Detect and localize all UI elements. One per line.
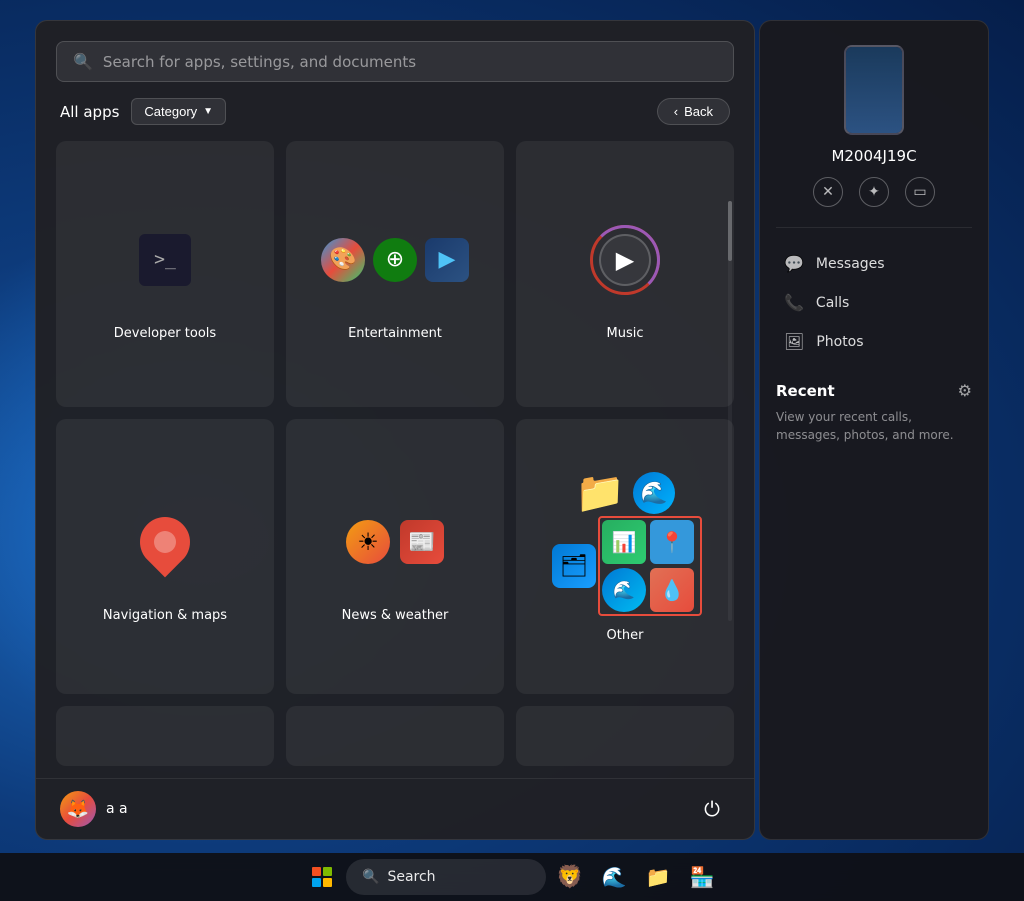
partial-tile-2 <box>286 706 504 766</box>
recent-description: View your recent calls, messages, photos… <box>776 408 972 444</box>
apps-header: All apps Category ▼ ‹ Back <box>36 98 754 141</box>
category-tile-news[interactable]: ☀ 📰 News & weather <box>286 419 504 694</box>
windows-logo-icon <box>312 867 332 887</box>
paint-icon: 🎨 <box>321 238 365 282</box>
category-label-music: Music <box>607 326 644 341</box>
navigation-icons <box>135 492 195 592</box>
phone-menu-photos[interactable]: 🖼 Photos <box>776 322 972 361</box>
category-label-news: News & weather <box>342 608 449 623</box>
taskbar-search-text: Search <box>387 869 435 885</box>
category-button[interactable]: Category ▼ <box>131 98 226 125</box>
user-name: a a <box>106 801 128 817</box>
recent-settings-icon[interactable]: ⚙ <box>958 381 972 400</box>
messages-icon: 💬 <box>784 254 804 273</box>
search-icon: 🔍 <box>73 52 93 71</box>
windows-start-button[interactable] <box>302 857 342 897</box>
recent-header: Recent ⚙ <box>776 381 972 400</box>
taskbar-center: 🔍 Search 🦁 🌊 📁 🏪 <box>302 857 722 897</box>
phone-device-name: M2004J19C <box>831 147 916 165</box>
xbox-icon: ⊕ <box>373 238 417 282</box>
win-logo-green <box>323 867 332 876</box>
phone-panel: M2004J19C ✕ ✦ ▭ 💬 Messages 📞 Calls 🖼 Pho… <box>759 20 989 840</box>
other-icons: 📁 🌊 🗂 📊 📍 🌊 💧 <box>552 472 698 612</box>
phone-bluetooth-icon[interactable]: ✦ <box>859 177 889 207</box>
photos-icon: 🖼 <box>784 332 804 351</box>
taskbar-edge-icon[interactable]: 🌊 <box>594 857 634 897</box>
apps-scroll-area: >_ Developer tools 🎨 ⊕ ▶ <box>36 141 754 778</box>
win-logo-yellow <box>323 878 332 887</box>
news-icons: ☀ 📰 <box>346 492 444 592</box>
start-search-bar[interactable]: 🔍 Search for apps, settings, and documen… <box>56 41 734 82</box>
taskbar-search[interactable]: 🔍 Search <box>346 859 546 895</box>
all-apps-label: All apps <box>60 103 119 121</box>
movies-icon: ▶ <box>425 238 469 282</box>
recent-label: Recent <box>776 382 835 400</box>
chevron-left-icon: ‹ <box>674 104 678 119</box>
category-label: Category <box>144 104 197 119</box>
phone-battery-icon[interactable]: ▭ <box>905 177 935 207</box>
chevron-down-icon: ▼ <box>203 106 213 117</box>
avatar: 🦊 <box>60 791 96 827</box>
back-label: Back <box>684 104 713 119</box>
scrollbar[interactable] <box>728 201 732 621</box>
back-button[interactable]: ‹ Back <box>657 98 730 125</box>
entertainment-icons: 🎨 ⊕ ▶ <box>321 210 469 310</box>
phone-menu-messages[interactable]: 💬 Messages <box>776 244 972 283</box>
taskbar-search-icon: 🔍 <box>362 869 379 885</box>
partial-bottom-row <box>36 706 754 778</box>
partial-tile-1 <box>56 706 274 766</box>
weather-icon: ☀ <box>346 520 390 564</box>
map-pin-icon <box>135 507 195 577</box>
scrollbar-thumb <box>728 201 732 261</box>
search-placeholder: Search for apps, settings, and documents <box>103 53 717 71</box>
category-tile-entertainment[interactable]: 🎨 ⊕ ▶ Entertainment <box>286 141 504 407</box>
phone-close-button[interactable]: ✕ <box>813 177 843 207</box>
phone-image <box>844 45 904 135</box>
phone-menu-calls[interactable]: 📞 Calls <box>776 283 972 322</box>
taskbar-ms-store-icon[interactable]: 🏪 <box>682 857 722 897</box>
category-label-entertainment: Entertainment <box>348 326 442 341</box>
start-menu: 🔍 Search for apps, settings, and documen… <box>35 20 755 840</box>
phone-status-icons: ✕ ✦ ▭ <box>813 177 935 207</box>
taskbar-file-explorer-icon[interactable]: 📁 <box>638 857 678 897</box>
partial-tile-3 <box>516 706 734 766</box>
edge-dev-icon: 🌊 <box>602 568 646 612</box>
music-icons: ▶ <box>590 210 660 310</box>
win-logo-red <box>312 867 321 876</box>
category-tile-developer-tools[interactable]: >_ Developer tools <box>56 141 274 407</box>
music-icon: ▶ <box>590 225 660 295</box>
messages-label: Messages <box>816 256 885 272</box>
terminal-icon: >_ <box>139 234 191 286</box>
taskbar-lion-icon[interactable]: 🦁 <box>550 857 590 897</box>
win-logo-blue <box>312 878 321 887</box>
folder-icon: 📁 <box>575 473 625 513</box>
developer-tools-icons: >_ <box>139 210 191 310</box>
category-tile-other[interactable]: 📁 🌊 🗂 📊 📍 🌊 💧 <box>516 419 734 694</box>
category-label-navigation: Navigation & maps <box>103 608 227 623</box>
bar-chart-icon: 📊 <box>602 520 646 564</box>
photos-label: Photos <box>816 334 863 350</box>
bottom-bar: 🦊 a a ⏻ <box>36 778 754 839</box>
apps-grid: >_ Developer tools 🎨 ⊕ ▶ <box>36 141 754 694</box>
category-tile-navigation[interactable]: Navigation & maps <box>56 419 274 694</box>
edge-icon: 🌊 <box>633 472 675 514</box>
taskbar: 🔍 Search 🦁 🌊 📁 🏪 <box>0 853 1024 901</box>
phone-screen <box>846 47 902 133</box>
calls-icon: 📞 <box>784 293 804 312</box>
pin-icon: 📍 <box>650 520 694 564</box>
drop-icon: 💧 <box>650 568 694 612</box>
category-tile-music[interactable]: ▶ Music <box>516 141 734 407</box>
category-label-other: Other <box>607 628 644 643</box>
calls-label: Calls <box>816 295 849 311</box>
user-info[interactable]: 🦊 a a <box>60 791 128 827</box>
news-icon: 📰 <box>400 520 444 564</box>
category-label-developer-tools: Developer tools <box>114 326 216 341</box>
power-button[interactable]: ⏻ <box>694 791 730 827</box>
file-explorer-icon: 🗂 <box>552 544 596 588</box>
phone-divider <box>776 227 972 228</box>
